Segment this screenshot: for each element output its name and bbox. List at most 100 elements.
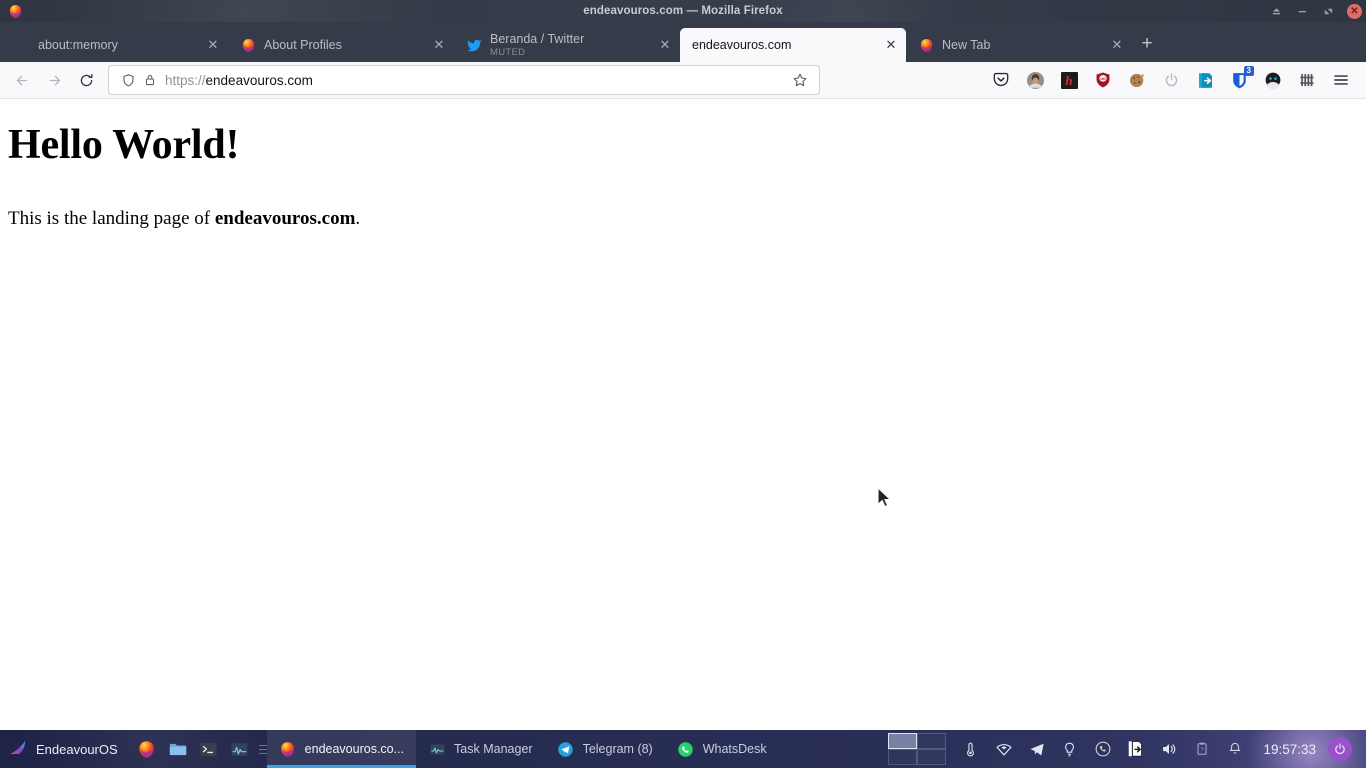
navigation-toolbar: https://endeavouros.com h uo 3: [0, 62, 1366, 99]
task-button-telegram[interactable]: Telegram (8): [545, 730, 665, 768]
new-tab-button[interactable]: +: [1132, 29, 1162, 59]
terminal-quicklaunch-icon[interactable]: [198, 738, 220, 760]
application-launcher-button[interactable]: EndeavourOS: [0, 730, 128, 768]
pager-cell-3[interactable]: [888, 749, 918, 765]
url-host: endeavouros.com: [205, 72, 313, 88]
account-avatar-icon[interactable]: [1018, 65, 1052, 95]
lightbulb-redshift-icon[interactable]: [1053, 730, 1086, 768]
task-list-handle[interactable]: [258, 739, 267, 759]
file-manager-quicklaunch-icon[interactable]: [167, 738, 189, 760]
cookie-autodelete-icon[interactable]: [1120, 65, 1154, 95]
power-extension-icon[interactable]: [1154, 65, 1188, 95]
forward-arrow-icon[interactable]: [38, 65, 70, 95]
firefox-icon: [4, 0, 26, 22]
task-button-task-manager[interactable]: Task Manager: [416, 730, 545, 768]
page-paragraph: This is the landing page of endeavouros.…: [8, 208, 1358, 230]
task-label: endeavouros.co...: [304, 742, 405, 756]
url-text[interactable]: https://endeavouros.com: [165, 73, 789, 88]
firefox-icon: [279, 740, 297, 758]
volume-icon[interactable]: [1152, 730, 1185, 768]
app-menu-icon[interactable]: [1324, 65, 1358, 95]
pager-cell-1[interactable]: [888, 733, 918, 749]
keepassxc-icon[interactable]: [1290, 65, 1324, 95]
firefox-window: endeavouros.com — Mozilla Firefox ✕ abou…: [0, 0, 1366, 730]
window-controls: ✕: [1269, 0, 1362, 22]
system-monitor-quicklaunch-icon[interactable]: [229, 738, 251, 760]
h-extension-label: h: [1065, 72, 1073, 88]
address-bar[interactable]: https://endeavouros.com: [108, 65, 820, 95]
notification-bell-icon[interactable]: [1218, 730, 1251, 768]
star-icon[interactable]: [789, 69, 811, 91]
padlock-icon[interactable]: [139, 69, 161, 91]
tab-muted-indicator[interactable]: MUTED: [490, 47, 656, 58]
maximize-window-button[interactable]: [1321, 4, 1335, 18]
telegram-icon: [557, 740, 575, 758]
tab-close-button[interactable]: ✕: [1108, 36, 1126, 54]
wifi-icon[interactable]: [987, 730, 1020, 768]
ublock-origin-icon[interactable]: uo: [1086, 65, 1120, 95]
url-scheme: https://: [165, 72, 206, 88]
power-button-icon[interactable]: [1328, 737, 1352, 761]
window-title: endeavouros.com — Mozilla Firefox: [583, 5, 783, 17]
firefox-quicklaunch-icon[interactable]: [136, 738, 158, 760]
tab-close-button[interactable]: ✕: [204, 36, 222, 54]
tab-title: about:memory: [38, 37, 118, 52]
twitter-icon: [466, 37, 482, 53]
paragraph-bold-domain: endeavouros.com: [214, 208, 356, 230]
svg-text:uo: uo: [1100, 76, 1106, 81]
pocket-icon[interactable]: [984, 65, 1018, 95]
paragraph-suffix: .: [355, 208, 361, 230]
shade-window-button[interactable]: [1269, 4, 1283, 18]
tab-favicon-placeholder: [14, 37, 30, 53]
tab-title: About Profiles: [264, 37, 342, 52]
tab-beranda-twitter[interactable]: Beranda / Twitter MUTED ✕: [454, 28, 680, 62]
taskbar: EndeavourOS endeavouros.co... Task Manag…: [0, 730, 1366, 768]
quick-launch-area: [128, 738, 259, 760]
endeavouros-logo-icon: [8, 737, 29, 761]
tab-close-button[interactable]: ✕: [882, 36, 900, 54]
back-arrow-icon[interactable]: [6, 65, 38, 95]
system-tray: ? 19:57:33: [954, 730, 1366, 768]
page-content: Hello World! This is the landing page of…: [0, 99, 1366, 730]
close-window-button[interactable]: ✕: [1347, 3, 1362, 19]
pager-cell-2[interactable]: [917, 733, 947, 749]
tab-title: New Tab: [942, 37, 991, 52]
task-label: WhatsDesk: [702, 742, 767, 756]
task-button-whatsdesk[interactable]: WhatsDesk: [665, 730, 779, 768]
task-list: endeavouros.co... Task Manager Telegram …: [258, 730, 881, 768]
tab-close-button[interactable]: ✕: [430, 36, 448, 54]
task-label: Task Manager: [454, 742, 533, 756]
reload-icon[interactable]: [70, 65, 102, 95]
whatsapp-tray-icon[interactable]: [1086, 730, 1119, 768]
bitwarden-icon[interactable]: 3: [1222, 65, 1256, 95]
tab-about-profiles[interactable]: About Profiles ✕: [228, 28, 454, 62]
save-page-icon[interactable]: [1188, 65, 1222, 95]
clipboard-icon[interactable]: ?: [1185, 730, 1218, 768]
whatsapp-icon: [677, 740, 695, 758]
tracking-protection-shield-icon[interactable]: [117, 69, 139, 91]
tab-new-tab[interactable]: New Tab ✕: [906, 28, 1132, 62]
save-page-tray-icon[interactable]: [1119, 730, 1152, 768]
privacy-badger-icon[interactable]: [1256, 65, 1290, 95]
page-heading: Hello World!: [8, 122, 240, 168]
clock[interactable]: 19:57:33: [1251, 742, 1328, 757]
tab-close-button[interactable]: ✕: [656, 36, 674, 54]
tab-endeavouros[interactable]: endeavouros.com ✕: [680, 28, 906, 62]
firefox-icon: [240, 37, 256, 53]
task-label: Telegram (8): [582, 742, 653, 756]
telegram-tray-icon[interactable]: [1020, 730, 1053, 768]
svg-text:?: ?: [1200, 747, 1203, 753]
temperature-icon[interactable]: [954, 730, 987, 768]
bitwarden-badge: 3: [1243, 66, 1254, 76]
tab-about-memory[interactable]: about:memory ✕: [2, 28, 228, 62]
launcher-label: EndeavourOS: [36, 741, 118, 757]
firefox-icon: [918, 37, 934, 53]
window-titlebar[interactable]: endeavouros.com — Mozilla Firefox ✕: [0, 0, 1366, 22]
task-button-endeavouros[interactable]: endeavouros.co...: [266, 730, 417, 768]
minimize-window-button[interactable]: [1295, 4, 1309, 18]
h-extension-icon[interactable]: h: [1052, 65, 1086, 95]
desktop-pager[interactable]: [888, 733, 947, 765]
pager-cell-4[interactable]: [917, 749, 947, 765]
tab-strip: about:memory ✕ About Profiles ✕ Beranda …: [0, 22, 1366, 62]
paragraph-prefix: This is the landing page of: [8, 208, 215, 230]
